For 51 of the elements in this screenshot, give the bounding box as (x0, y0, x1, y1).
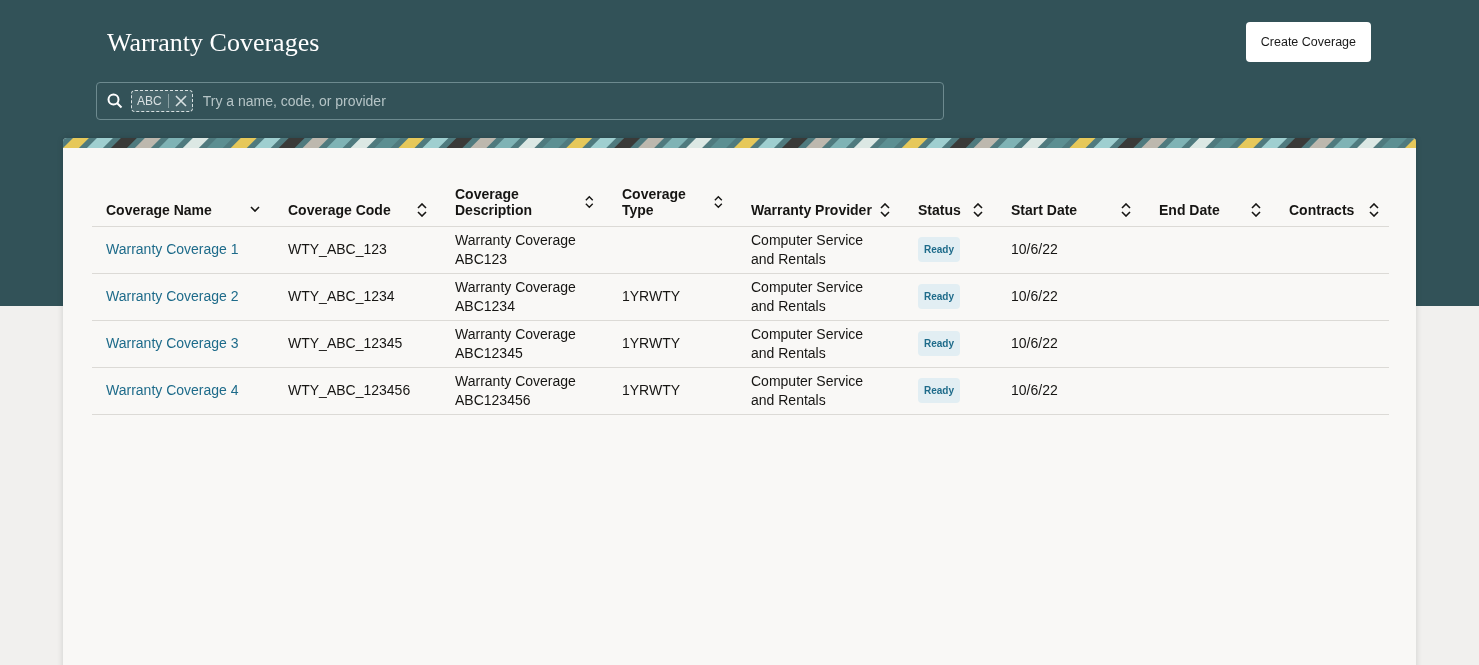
coverage-link[interactable]: Warranty Coverage 4 (106, 382, 239, 398)
status-badge: Ready (918, 237, 960, 262)
status-badge: Ready (918, 284, 960, 309)
table-cell: Warranty Coverage ABC123456 (441, 367, 608, 414)
sort-icon[interactable] (1121, 202, 1131, 217)
table-cell: Computer Service and Rentals (737, 273, 904, 320)
page-title: Warranty Coverages (107, 28, 320, 58)
table-cell: Warranty Coverage ABC1234 (441, 273, 608, 320)
sort-icon[interactable] (585, 194, 594, 209)
table-cell: WTY_ABC_12345 (274, 320, 441, 367)
status-badge: Ready (918, 331, 960, 356)
column-header[interactable]: Start Date (1011, 201, 1078, 218)
column-header[interactable]: End Date (1159, 201, 1220, 218)
search-field[interactable]: ABC Try a name, code, or provider (96, 82, 944, 120)
column-header[interactable]: Status (918, 201, 961, 218)
table-cell: Computer Service and Rentals (737, 320, 904, 367)
sort-icon[interactable] (1369, 202, 1379, 217)
coverage-link[interactable]: Warranty Coverage 1 (106, 241, 239, 257)
search-icon (107, 93, 123, 109)
sort-descending-icon[interactable] (250, 206, 260, 213)
table-cell: 1YRWTY (608, 367, 737, 414)
coverage-link[interactable]: Warranty Coverage 2 (106, 288, 239, 304)
sort-icon[interactable] (1251, 202, 1261, 217)
table-cell: WTY_ABC_1234 (274, 273, 441, 320)
column-header[interactable]: Warranty Provider (751, 201, 872, 218)
table-cell: Warranty Coverage ABC12345 (441, 320, 608, 367)
filter-chip[interactable]: ABC (131, 90, 193, 112)
sort-icon[interactable] (973, 202, 983, 217)
table-cell: 10/6/22 (997, 226, 1145, 273)
coverage-link[interactable]: Warranty Coverage 3 (106, 335, 239, 351)
sort-icon[interactable] (714, 194, 723, 209)
sort-icon[interactable] (880, 202, 890, 217)
table-cell: 10/6/22 (997, 273, 1145, 320)
table-cell: Warranty Coverage ABC123 (441, 226, 608, 273)
table-cell: WTY_ABC_123 (274, 226, 441, 273)
table-cell: Computer Service and Rentals (737, 367, 904, 414)
column-header[interactable]: Coverage Type (622, 185, 709, 218)
column-header[interactable]: Coverage Description (455, 185, 580, 218)
column-header[interactable]: Coverage Code (288, 201, 391, 218)
create-coverage-button[interactable]: Create Coverage (1245, 22, 1371, 62)
close-icon[interactable] (174, 95, 187, 107)
table-cell: 1YRWTY (608, 273, 737, 320)
sort-icon[interactable] (417, 202, 427, 217)
status-badge: Ready (918, 378, 960, 403)
column-header[interactable]: Coverage Name (106, 201, 212, 218)
table-cell: 10/6/22 (997, 320, 1145, 367)
column-header[interactable]: Contracts (1289, 201, 1355, 218)
table-cell: 1YRWTY (608, 320, 737, 367)
table-cell: 10/6/22 (997, 367, 1145, 414)
table-cell: Computer Service and Rentals (737, 226, 904, 273)
table-cell: WTY_ABC_123456 (274, 367, 441, 414)
